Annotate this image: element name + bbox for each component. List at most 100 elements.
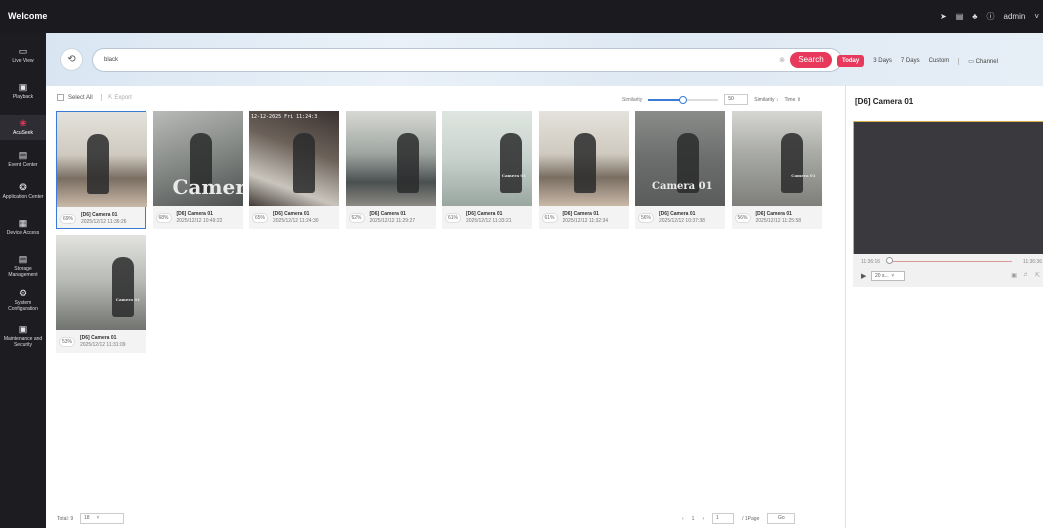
- result-camera: [D6] Camera 01: [466, 211, 503, 217]
- snapshot-icon[interactable]: ▣: [1011, 272, 1017, 279]
- range-3-days[interactable]: 3 Days: [873, 58, 892, 64]
- similarity-slider[interactable]: [648, 95, 719, 104]
- result-camera: [D6] Camera 01: [273, 211, 310, 217]
- export-button[interactable]: ⇱ Export: [100, 94, 132, 101]
- result-card[interactable]: Camera 01 53% [D6] Camera 01 2025/12/12 11:…: [56, 235, 146, 353]
- select-all[interactable]: Select All ⇱ Export: [57, 94, 132, 101]
- fullscreen-icon[interactable]: ⇱: [1035, 272, 1040, 279]
- shield-icon: ▣: [18, 324, 28, 334]
- result-meta: 53% [D6] Camera 01 2025/12/12 11:31:09: [56, 332, 146, 352]
- result-camera: [D6] Camera 01: [659, 211, 696, 217]
- total-count: Total: 9: [57, 516, 74, 522]
- preview-panel: [D6] Camera 01 11:36:16 11:36:36 ▶ 20 s.…: [845, 86, 1043, 528]
- range-custom[interactable]: Custom: [929, 58, 950, 64]
- result-thumbnail[interactable]: 12-12-2025 Fri 11:24:3: [249, 111, 339, 206]
- prev-page-icon[interactable]: ‹: [682, 516, 684, 522]
- search-input[interactable]: black ⊗ Search: [92, 48, 842, 72]
- nav-item[interactable]: ▣ Playback: [0, 83, 46, 101]
- result-camera: [D6] Camera 01: [755, 211, 792, 217]
- camera-overlay-text: Camera 01: [115, 297, 140, 302]
- nav-item[interactable]: ▤ Storage Management: [0, 254, 46, 279]
- similarity-control: Similarity 50 Similarity Time ⇕: [622, 94, 801, 105]
- result-thumbnail[interactable]: Camera 01: [731, 111, 822, 206]
- current-page[interactable]: 1: [692, 516, 695, 522]
- result-meta: 56% [D6] Camera 01 2025/12/12 10:37:38: [635, 208, 725, 228]
- result-thumbnail[interactable]: [345, 111, 436, 206]
- sort-time[interactable]: Time ⇕: [784, 97, 801, 103]
- similarity-input[interactable]: 50: [724, 94, 749, 105]
- nav-item-label: Maintenance and Security: [3, 336, 43, 348]
- result-card[interactable]: 69% [D6] Camera 01 2025/12/12 11:36:26: [56, 111, 147, 229]
- similarity-badge: 69%: [60, 214, 76, 224]
- result-datetime: 2025/12/12 10:49:22: [176, 218, 223, 224]
- result-card[interactable]: Camer 68% [D6] Camera 01 2025/12/12 10:49:2…: [152, 111, 243, 229]
- undo-icon: ⟲: [67, 54, 76, 65]
- person-silhouette: [112, 257, 134, 317]
- camera-overlay-text: Camera 01: [501, 173, 526, 178]
- user-menu[interactable]: admin: [1004, 12, 1026, 21]
- volume-icon[interactable]: ♬: [1023, 272, 1029, 279]
- result-card[interactable]: 62% [D6] Camera 01 2025/12/12 11:29:27: [345, 111, 436, 229]
- send-icon[interactable]: ➤: [940, 12, 947, 21]
- nav-item[interactable]: ⚙ System Configuration: [0, 289, 46, 313]
- storage-icon: ▤: [18, 254, 28, 264]
- device-icon: ▦: [18, 218, 28, 228]
- nav-item-label: Event Center: [8, 162, 38, 168]
- search-button[interactable]: Search: [790, 52, 832, 68]
- chevron-down-icon[interactable]: ˅: [1034, 12, 1039, 21]
- nav-item[interactable]: ❂ Application Center: [0, 183, 46, 201]
- nav-item[interactable]: ▭ Live View: [0, 47, 46, 65]
- person-silhouette: [396, 133, 419, 193]
- slider-handle[interactable]: [679, 95, 688, 104]
- range-7-days[interactable]: 7 Days: [901, 58, 920, 64]
- timeline-handle[interactable]: [886, 257, 893, 264]
- result-thumbnail[interactable]: Camera 01: [635, 111, 725, 206]
- bell-icon[interactable]: ♣: [972, 12, 977, 21]
- result-camera: [D6] Camera 01: [80, 335, 117, 341]
- result-datetime: 2025/12/12 11:29:27: [369, 218, 416, 224]
- result-thumbnail[interactable]: Camera 01: [442, 111, 532, 206]
- nav-item[interactable]: ▣ Maintenance and Security: [0, 324, 46, 349]
- nav-item[interactable]: ▦ Device Access: [0, 218, 46, 237]
- range-today[interactable]: Today: [837, 55, 865, 67]
- go-button[interactable]: Go: [767, 513, 796, 524]
- sort-similarity[interactable]: Similarity: [754, 97, 778, 103]
- video-player[interactable]: [853, 121, 1043, 254]
- page-input[interactable]: 1: [712, 513, 735, 524]
- per-page-select[interactable]: 18 ˅: [80, 513, 124, 524]
- next-page-icon[interactable]: ›: [702, 516, 704, 522]
- timeline-track[interactable]: [887, 261, 1012, 262]
- camera-overlay-text: Camera 01: [652, 181, 713, 192]
- play-icon[interactable]: ▶: [861, 272, 866, 280]
- calendar-icon[interactable]: ▤: [956, 12, 964, 21]
- select-all-checkbox[interactable]: [57, 94, 64, 101]
- speed-select[interactable]: 20 s... ˅: [871, 271, 905, 281]
- nav-item-label: Playback: [12, 94, 34, 100]
- result-thumbnail[interactable]: Camer: [152, 111, 243, 206]
- result-card[interactable]: Camera 01 56% [D6] Camera 01 2025/12/12 10:…: [635, 111, 725, 229]
- result-card[interactable]: 12-12-2025 Fri 11:24:3 65% [D6] Camera 01 2…: [249, 111, 339, 229]
- result-thumbnail[interactable]: [57, 112, 147, 207]
- search-query: black: [104, 57, 119, 63]
- result-meta: 69% [D6] Camera 01 2025/12/12 11:36:26: [57, 209, 147, 229]
- similarity-badge: 65%: [252, 213, 268, 223]
- result-datetime: 2025/12/12 11:36:26: [81, 219, 127, 225]
- result-card[interactable]: Camera 01 61% [D6] Camera 01 2025/12/12 11:…: [442, 111, 532, 229]
- similarity-badge: 68%: [155, 213, 172, 223]
- channel-label: Channel: [975, 58, 998, 65]
- info-icon[interactable]: ⓘ: [987, 11, 995, 22]
- result-thumbnail[interactable]: Camera 01: [56, 235, 146, 330]
- result-card[interactable]: 61% [D6] Camera 01 2025/12/12 11:32:34: [538, 111, 629, 229]
- nav-item[interactable]: ▤ Event Center: [0, 151, 46, 169]
- quick-range: Today 3 Days 7 Days Custom ▭ Channel: [837, 55, 998, 67]
- result-card[interactable]: Camera 01 56% [D6] Camera 01 2025/12/12 11:…: [731, 111, 822, 229]
- back-button[interactable]: ⟲: [60, 48, 83, 71]
- result-datetime: 2025/12/12 11:25:58: [755, 218, 802, 224]
- result-camera: [D6] Camera 01: [369, 211, 406, 217]
- page-count: / 1Page: [742, 515, 760, 522]
- clear-icon[interactable]: ⊗: [779, 56, 785, 64]
- similarity-badge: 61%: [445, 213, 461, 223]
- nav-item[interactable]: ❀ AcuSeek: [0, 115, 46, 140]
- result-thumbnail[interactable]: [538, 111, 629, 206]
- channel-button[interactable]: ▭ Channel: [958, 57, 998, 65]
